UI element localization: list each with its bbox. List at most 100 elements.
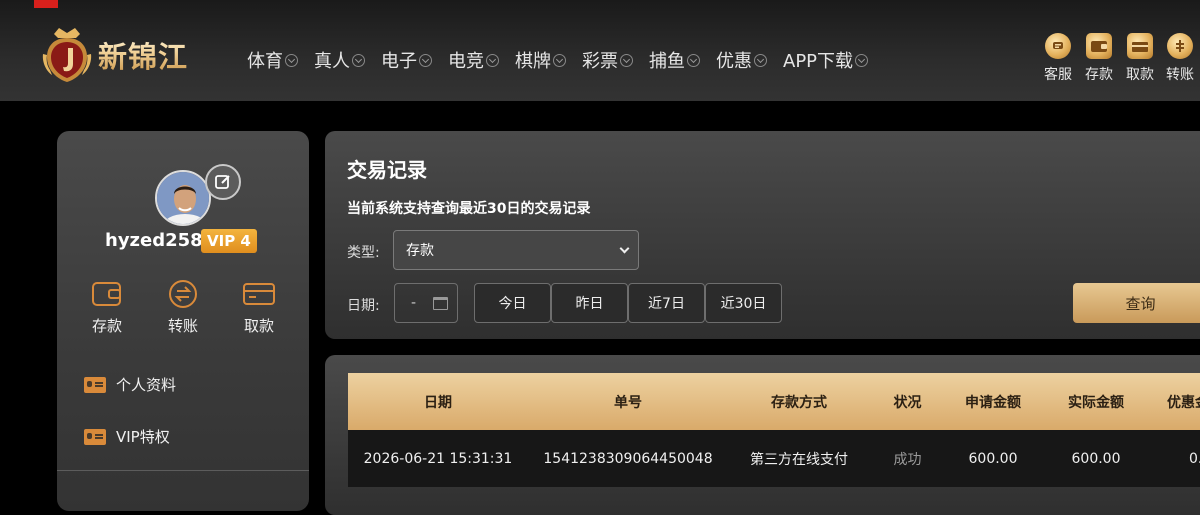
range-30-days-button[interactable]: 近30日 bbox=[705, 283, 782, 323]
chat-icon bbox=[1045, 33, 1071, 59]
quick-link-transfer[interactable]: 转账 bbox=[1159, 33, 1200, 84]
status-badge: 成功 bbox=[893, 451, 922, 468]
type-select-value: 存款 bbox=[406, 243, 434, 259]
chevron-down-icon bbox=[285, 53, 298, 67]
chevron-down-icon bbox=[687, 53, 700, 67]
nav-label: APP下载 bbox=[783, 51, 854, 72]
quick-link-label: 存款 bbox=[1085, 67, 1113, 83]
quick-link-label: 客服 bbox=[1044, 67, 1072, 83]
top-header: 新锦江 体育 真人 电子 电竞 棋牌 彩票 捕鱼 优惠 APP下载 客服 存款 … bbox=[0, 0, 1200, 101]
transaction-table: 日期 单号 存款方式 状况 申请金额 实际金额 优惠金 2026-06-21 1… bbox=[348, 373, 1200, 487]
transfer-icon bbox=[169, 280, 197, 308]
sidebar-item-vip[interactable]: VIP特权 bbox=[84, 426, 170, 447]
sidebar-item-label: 个人资料 bbox=[116, 376, 177, 394]
username: hyzed258 bbox=[105, 230, 203, 251]
chevron-down-icon bbox=[619, 243, 630, 254]
cell-date: 2026-06-21 15:31:31 bbox=[363, 450, 513, 467]
date-picker[interactable]: - bbox=[394, 283, 458, 323]
nav-item-live-casino[interactable]: 真人 bbox=[314, 46, 365, 74]
transaction-table-panel: 日期 单号 存款方式 状况 申请金额 实际金额 优惠金 2026-06-21 1… bbox=[325, 355, 1200, 515]
nav-item-lottery[interactable]: 彩票 bbox=[582, 46, 633, 74]
action-label: 转账 bbox=[167, 317, 198, 335]
account-actions: 存款 转账 取款 bbox=[57, 279, 309, 336]
deposit-button[interactable]: 存款 bbox=[77, 279, 137, 336]
nav-item-promotions[interactable]: 优惠 bbox=[716, 46, 767, 74]
range-yesterday-button[interactable]: 昨日 bbox=[551, 283, 628, 323]
transfer-button[interactable]: 转账 bbox=[153, 279, 213, 336]
crown-shield-icon bbox=[40, 26, 94, 84]
account-sidebar: hyzed258 VIP 4 存款 转账 取款 个人资料 VIP特权 bbox=[57, 131, 309, 511]
brand-name: 新锦江 bbox=[98, 34, 188, 76]
chevron-down-icon bbox=[620, 53, 633, 67]
action-label: 存款 bbox=[91, 317, 122, 335]
nav-label: 捕鱼 bbox=[649, 51, 685, 72]
withdraw-button[interactable]: 取款 bbox=[229, 279, 289, 336]
date-label: 日期: bbox=[347, 298, 380, 314]
column-header-actual-amount: 实际金额 bbox=[1068, 394, 1124, 411]
type-label: 类型: bbox=[347, 245, 380, 261]
edit-profile-button[interactable] bbox=[205, 164, 241, 200]
transaction-filter-panel: 交易记录 当前系统支持查询最近30日的交易记录 类型: 存款 日期: - 今日 … bbox=[325, 131, 1200, 339]
query-button[interactable]: 查询 bbox=[1073, 283, 1200, 323]
cell-method: 第三方在线支付 bbox=[750, 451, 848, 468]
quick-link-withdraw[interactable]: 取款 bbox=[1119, 33, 1161, 84]
cash-icon bbox=[1127, 33, 1153, 59]
cell-order-no: 1541238309064450048 bbox=[543, 450, 713, 467]
table-header: 日期 单号 存款方式 状况 申请金额 实际金额 优惠金 bbox=[348, 373, 1200, 430]
range-7-days-button[interactable]: 近7日 bbox=[628, 283, 705, 323]
date-range-buttons: 今日 昨日 近7日 近30日 bbox=[474, 283, 782, 323]
column-header-status: 状况 bbox=[893, 394, 922, 411]
chevron-down-icon bbox=[855, 53, 869, 67]
edit-icon bbox=[215, 175, 230, 189]
quick-link-support[interactable]: 客服 bbox=[1037, 33, 1079, 84]
nav-item-app-download[interactable]: APP下载 bbox=[783, 46, 869, 74]
divider bbox=[57, 470, 309, 471]
table-row: 2026-06-21 15:31:31 1541238309064450048 … bbox=[348, 430, 1200, 487]
nav-label: 体育 bbox=[247, 51, 283, 72]
chevron-down-icon bbox=[486, 53, 499, 67]
cell-requested-amount: 600.00 bbox=[968, 450, 1018, 467]
column-header-date: 日期 bbox=[424, 394, 452, 411]
id-card-icon bbox=[84, 428, 106, 445]
nav-item-esports[interactable]: 电竞 bbox=[448, 46, 499, 74]
page-title: 交易记录 bbox=[347, 158, 427, 182]
nav-item-fishing[interactable]: 捕鱼 bbox=[649, 46, 700, 74]
quick-link-label: 取款 bbox=[1126, 67, 1154, 83]
main-nav: 体育 真人 电子 电竞 棋牌 彩票 捕鱼 优惠 APP下载 bbox=[247, 46, 884, 74]
nav-label: 彩票 bbox=[582, 51, 618, 72]
sidebar-item-profile[interactable]: 个人资料 bbox=[84, 374, 176, 395]
chevron-down-icon bbox=[553, 53, 566, 67]
action-label: 取款 bbox=[243, 317, 274, 335]
chevron-down-icon bbox=[419, 53, 432, 67]
card-icon bbox=[243, 283, 275, 305]
wallet-icon bbox=[1086, 33, 1112, 59]
region-flag-icon[interactable] bbox=[34, 0, 58, 8]
sidebar-item-label: VIP特权 bbox=[116, 428, 170, 446]
query-range-note: 当前系统支持查询最近30日的交易记录 bbox=[347, 201, 591, 217]
type-select[interactable]: 存款 bbox=[393, 230, 639, 270]
quick-link-label: 转账 bbox=[1166, 67, 1194, 83]
column-header-method: 存款方式 bbox=[771, 394, 827, 411]
avatar bbox=[155, 170, 211, 226]
cell-bonus-amount: 0.0 bbox=[1189, 450, 1200, 467]
nav-label: 电子 bbox=[381, 51, 417, 72]
nav-item-sports[interactable]: 体育 bbox=[247, 46, 298, 74]
nav-item-slots[interactable]: 电子 bbox=[381, 46, 432, 74]
brand-logo[interactable]: 新锦江 bbox=[40, 26, 220, 84]
nav-item-cards[interactable]: 棋牌 bbox=[515, 46, 566, 74]
wallet-icon bbox=[92, 282, 121, 306]
nav-label: 棋牌 bbox=[515, 51, 551, 72]
nav-label: 优惠 bbox=[716, 51, 752, 72]
date-value: - bbox=[411, 295, 417, 311]
nav-label: 电竞 bbox=[448, 51, 484, 72]
range-today-button[interactable]: 今日 bbox=[474, 283, 551, 323]
transfer-icon bbox=[1167, 33, 1193, 59]
quick-link-deposit[interactable]: 存款 bbox=[1078, 33, 1120, 84]
calendar-icon bbox=[433, 297, 448, 310]
chevron-down-icon bbox=[352, 53, 365, 67]
chevron-down-icon bbox=[754, 53, 767, 67]
column-header-order-no: 单号 bbox=[614, 394, 642, 411]
cell-actual-amount: 600.00 bbox=[1071, 450, 1121, 467]
column-header-bonus-amount: 优惠金 bbox=[1167, 394, 1200, 411]
column-header-requested-amount: 申请金额 bbox=[965, 394, 1021, 411]
